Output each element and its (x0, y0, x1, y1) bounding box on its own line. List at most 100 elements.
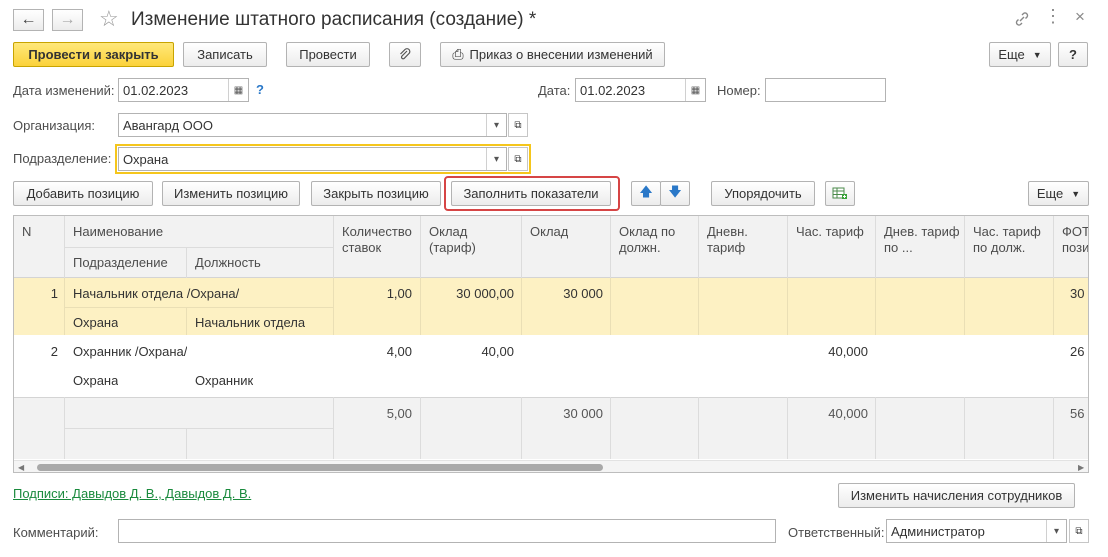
signatures-link[interactable]: Подписи: Давыдов Д. В., Давыдов Д. В. (13, 486, 251, 501)
col-header-daily-tariff-by[interactable]: Днев. тариф по ... (884, 224, 960, 256)
col-header-salary-tariff[interactable]: Оклад (тариф) (429, 224, 509, 256)
help-icon[interactable]: ? (256, 82, 264, 97)
open-icon: ⧉ (1075, 525, 1083, 537)
printer-icon: ⎙ (452, 46, 464, 62)
org-open-button[interactable]: ⧉ (508, 113, 528, 137)
staff-table[interactable]: N Наименование Подразделение Должность К… (13, 215, 1089, 473)
row2-dept[interactable]: Охрана (73, 373, 118, 388)
write-button[interactable]: Записать (183, 42, 267, 67)
total-fot: 56 (1070, 406, 1085, 421)
more-vertical-icon[interactable]: ⋮ (1044, 6, 1062, 27)
dropdown-icon[interactable]: ▾ (486, 114, 506, 136)
col-header-n[interactable]: N (22, 224, 31, 240)
row1-dept[interactable]: Охрана (73, 315, 118, 330)
number-input[interactable] (765, 78, 886, 102)
row2-salary-tariff[interactable]: 40,00 (421, 344, 514, 359)
order-button-label: Приказ о внесении изменений (469, 47, 653, 62)
date-input[interactable]: 01.02.2023 ▦ (575, 78, 706, 102)
post-button[interactable]: Провести (286, 42, 370, 67)
change-date-value: 01.02.2023 (123, 82, 189, 98)
more-button-label: Еще (998, 47, 1025, 62)
caret-down-icon: ▼ (1071, 188, 1081, 199)
date-value: 01.02.2023 (580, 82, 646, 98)
h-scrollbar-thumb[interactable] (37, 464, 603, 471)
row1-rates[interactable]: 1,00 (334, 286, 412, 301)
col-header-fot[interactable]: ФОТ пози (1062, 224, 1088, 256)
row2-rates[interactable]: 4,00 (334, 344, 412, 359)
row2-position[interactable]: Охранник (195, 373, 253, 388)
dept-select[interactable]: Охрана ▾ (118, 147, 507, 171)
move-down-button[interactable]: 🡇 (660, 181, 690, 206)
dropdown-icon[interactable]: ▾ (1046, 520, 1066, 542)
forward-button[interactable]: → (52, 9, 83, 31)
close-position-button[interactable]: Закрыть позицию (311, 181, 441, 206)
post-and-close-button[interactable]: Провести и закрыть (13, 42, 174, 67)
move-up-button[interactable]: 🡅 (631, 181, 661, 206)
responsible-open-button[interactable]: ⧉ (1069, 519, 1089, 543)
paperclip-icon (400, 47, 411, 59)
scroll-left-icon[interactable]: ◀ (18, 463, 24, 472)
row2-hourly-tariff[interactable]: 40,000 (788, 344, 868, 359)
col-header-hourly-tariff[interactable]: Час. тариф (796, 224, 864, 240)
table-settings-button[interactable] (825, 181, 855, 206)
add-position-button[interactable]: Добавить позицию (13, 181, 153, 206)
row1-salary-tariff[interactable]: 30 000,00 (421, 286, 514, 301)
row1-salary[interactable]: 30 000 (522, 286, 603, 301)
dropdown-icon[interactable]: ▾ (486, 148, 506, 170)
change-accruals-button[interactable]: Изменить начисления сотрудников (838, 483, 1075, 508)
table-add-icon (832, 187, 847, 199)
total-salary: 30 000 (563, 406, 603, 421)
row1-n[interactable]: 1 (14, 286, 58, 301)
arrow-down-icon: 🡇 (668, 183, 682, 199)
total-hourly-tariff: 40,000 (828, 406, 868, 421)
org-select[interactable]: Авангард ООО ▾ (118, 113, 507, 137)
responsible-select[interactable]: Администратор ▾ (886, 519, 1067, 543)
row1-name[interactable]: Начальник отдела /Охрана/ (73, 286, 239, 301)
fill-indicators-button[interactable]: Заполнить показатели (451, 181, 611, 206)
change-date-input[interactable]: 01.02.2023 ▦ (118, 78, 249, 102)
col-header-hourly-tariff-by[interactable]: Час. тариф по долж. (973, 224, 1049, 256)
comment-input[interactable] (118, 519, 776, 543)
order-button[interactable]: ⎙ Приказ о внесении изменений (440, 42, 665, 67)
col-header-name[interactable]: Наименование (73, 224, 163, 240)
col-header-salary-by-pos[interactable]: Оклад по должн. (619, 224, 694, 256)
arrow-right-icon: → (59, 11, 76, 28)
row1-fot[interactable]: 30 (1070, 286, 1084, 301)
row2-fot[interactable]: 26 (1070, 344, 1084, 359)
sort-button[interactable]: Упорядочить (711, 181, 815, 206)
arrow-left-icon: ← (20, 11, 37, 28)
help-button[interactable]: ? (1058, 42, 1088, 67)
page-title: Изменение штатного расписания (создание)… (131, 9, 537, 30)
col-header-daily-tariff[interactable]: Дневн. тариф (707, 224, 782, 256)
dept-open-button[interactable]: ⧉ (508, 147, 528, 171)
table-more-button[interactable]: Еще ▼ (1028, 181, 1089, 206)
table-more-label: Еще (1036, 186, 1064, 201)
org-value: Авангард ООО (123, 117, 213, 133)
col-header-salary[interactable]: Оклад (530, 224, 568, 240)
attach-button[interactable] (389, 42, 421, 67)
open-icon: ⧉ (514, 153, 522, 165)
back-button[interactable]: ← (13, 9, 44, 31)
caret-down-icon: ▼ (1032, 49, 1042, 60)
scroll-right-icon[interactable]: ▶ (1078, 463, 1084, 472)
row2-n[interactable]: 2 (14, 344, 58, 359)
star-icon[interactable]: ☆ (99, 6, 119, 32)
col-header-position[interactable]: Должность (195, 255, 261, 271)
row2-name[interactable]: Охранник /Охрана/ (73, 344, 187, 359)
calendar-icon[interactable]: ▦ (685, 79, 705, 101)
more-button[interactable]: Еще ▼ (989, 42, 1051, 67)
row1-position[interactable]: Начальник отдела (195, 315, 305, 330)
col-header-dept[interactable]: Подразделение (73, 255, 168, 271)
comment-label: Комментарий: (13, 525, 99, 540)
dept-value: Охрана (123, 151, 169, 167)
change-date-label: Дата изменений: (13, 83, 115, 98)
responsible-value: Администратор (891, 523, 985, 539)
link-icon[interactable] (1013, 10, 1031, 28)
calendar-icon[interactable]: ▦ (228, 79, 248, 101)
h-scrollbar[interactable]: ◀ ▶ (14, 460, 1088, 472)
arrow-up-icon: 🡅 (639, 183, 653, 199)
col-header-rates[interactable]: Количество ставок (342, 224, 418, 256)
edit-position-button[interactable]: Изменить позицию (162, 181, 300, 206)
close-icon[interactable]: × (1075, 7, 1085, 27)
title-bar: ← → ☆ Изменение штатного расписания (соз… (0, 0, 1108, 40)
